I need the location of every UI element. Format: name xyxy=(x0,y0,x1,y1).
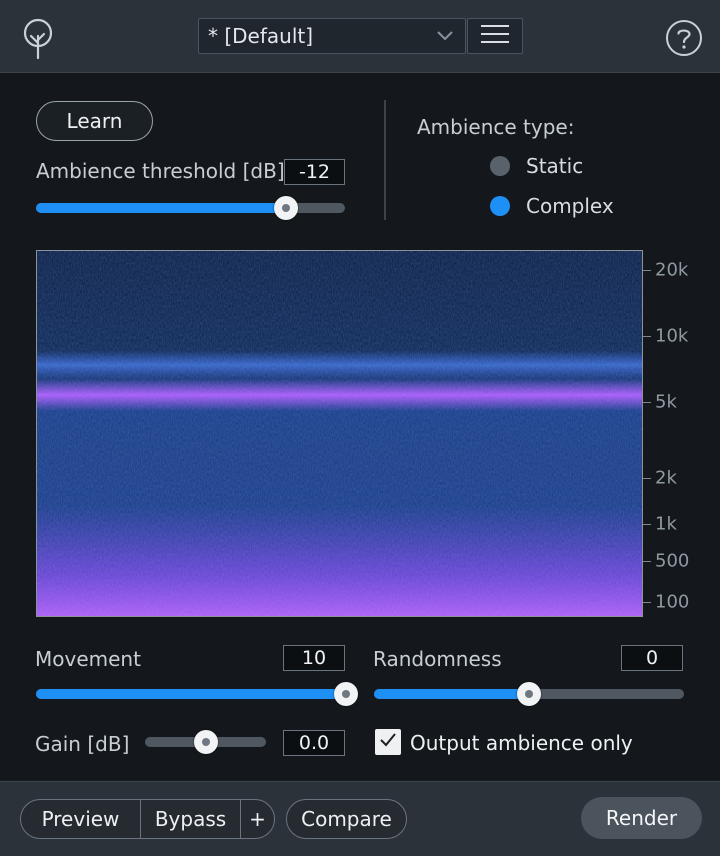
preview-bypass-group: Preview Bypass + xyxy=(20,799,275,839)
axis-tick-label: 1k xyxy=(655,513,677,535)
learn-button[interactable]: Learn xyxy=(36,101,153,141)
gain-label: Gain [dB] xyxy=(35,732,130,756)
radio-static-label: Static xyxy=(526,154,584,178)
radio-complex[interactable]: Complex xyxy=(490,194,614,218)
ambience-type-label: Ambience type: xyxy=(417,115,575,139)
movement-slider[interactable] xyxy=(36,681,358,707)
slider-fill xyxy=(36,203,287,213)
axis-tick xyxy=(643,561,651,562)
threshold-value-field[interactable]: -12 xyxy=(284,159,345,185)
axis-tick xyxy=(643,402,651,403)
axis-tick-label: 500 xyxy=(655,550,690,572)
axis-tick xyxy=(643,270,651,271)
hamburger-icon xyxy=(481,23,509,49)
axis-tick-label: 100 xyxy=(655,591,690,613)
compare-button[interactable]: Compare xyxy=(286,799,407,839)
preset-menu-button[interactable] xyxy=(467,18,523,54)
slider-thumb[interactable] xyxy=(334,682,358,706)
preset-dropdown[interactable]: * [Default] xyxy=(198,18,466,54)
axis-tick-label: 5k xyxy=(655,391,677,413)
slider-fill xyxy=(36,689,346,699)
radio-complex-label: Complex xyxy=(526,194,614,218)
spectrogram-display xyxy=(36,250,643,617)
chevron-down-icon xyxy=(433,18,457,54)
bypass-button[interactable]: Bypass xyxy=(140,800,240,838)
axis-tick-label: 10k xyxy=(655,325,689,347)
axis-tick-label: 20k xyxy=(655,259,689,281)
add-button[interactable]: + xyxy=(240,800,274,838)
randomness-value-field[interactable]: 0 xyxy=(621,645,683,671)
gain-value-field[interactable]: 0.0 xyxy=(283,730,345,756)
slider-thumb[interactable] xyxy=(274,196,299,220)
gain-slider[interactable] xyxy=(145,729,266,755)
axis-tick-label: 2k xyxy=(655,467,677,489)
divider xyxy=(384,100,386,220)
preview-button[interactable]: Preview xyxy=(21,800,140,838)
axis-tick xyxy=(643,524,651,525)
render-button[interactable]: Render xyxy=(581,797,702,839)
output-ambience-label: Output ambience only xyxy=(410,731,633,755)
movement-value-field[interactable]: 10 xyxy=(283,645,345,671)
slider-thumb[interactable] xyxy=(517,682,541,706)
help-icon[interactable] xyxy=(664,18,704,58)
tree-logo-icon xyxy=(18,16,58,60)
checkmark-icon xyxy=(379,732,397,752)
slider-thumb[interactable] xyxy=(193,730,218,754)
axis-tick xyxy=(643,602,651,603)
axis-tick xyxy=(643,336,651,337)
axis-tick xyxy=(643,478,651,479)
threshold-label: Ambience threshold [dB] xyxy=(36,159,285,183)
radio-button-icon[interactable] xyxy=(490,156,510,176)
randomness-label: Randomness xyxy=(373,647,502,671)
frequency-axis: 20k 10k 5k 2k 1k 500 100 xyxy=(643,250,720,617)
threshold-slider[interactable] xyxy=(36,195,345,221)
randomness-slider[interactable] xyxy=(374,681,684,707)
movement-label: Movement xyxy=(35,647,141,671)
top-bar: * [Default] xyxy=(0,0,720,73)
slider-fill xyxy=(374,689,529,699)
preset-name: * [Default] xyxy=(208,24,314,48)
radio-static[interactable]: Static xyxy=(490,154,583,178)
output-ambience-checkbox[interactable] xyxy=(375,729,401,755)
radio-button-icon[interactable] xyxy=(490,196,510,216)
